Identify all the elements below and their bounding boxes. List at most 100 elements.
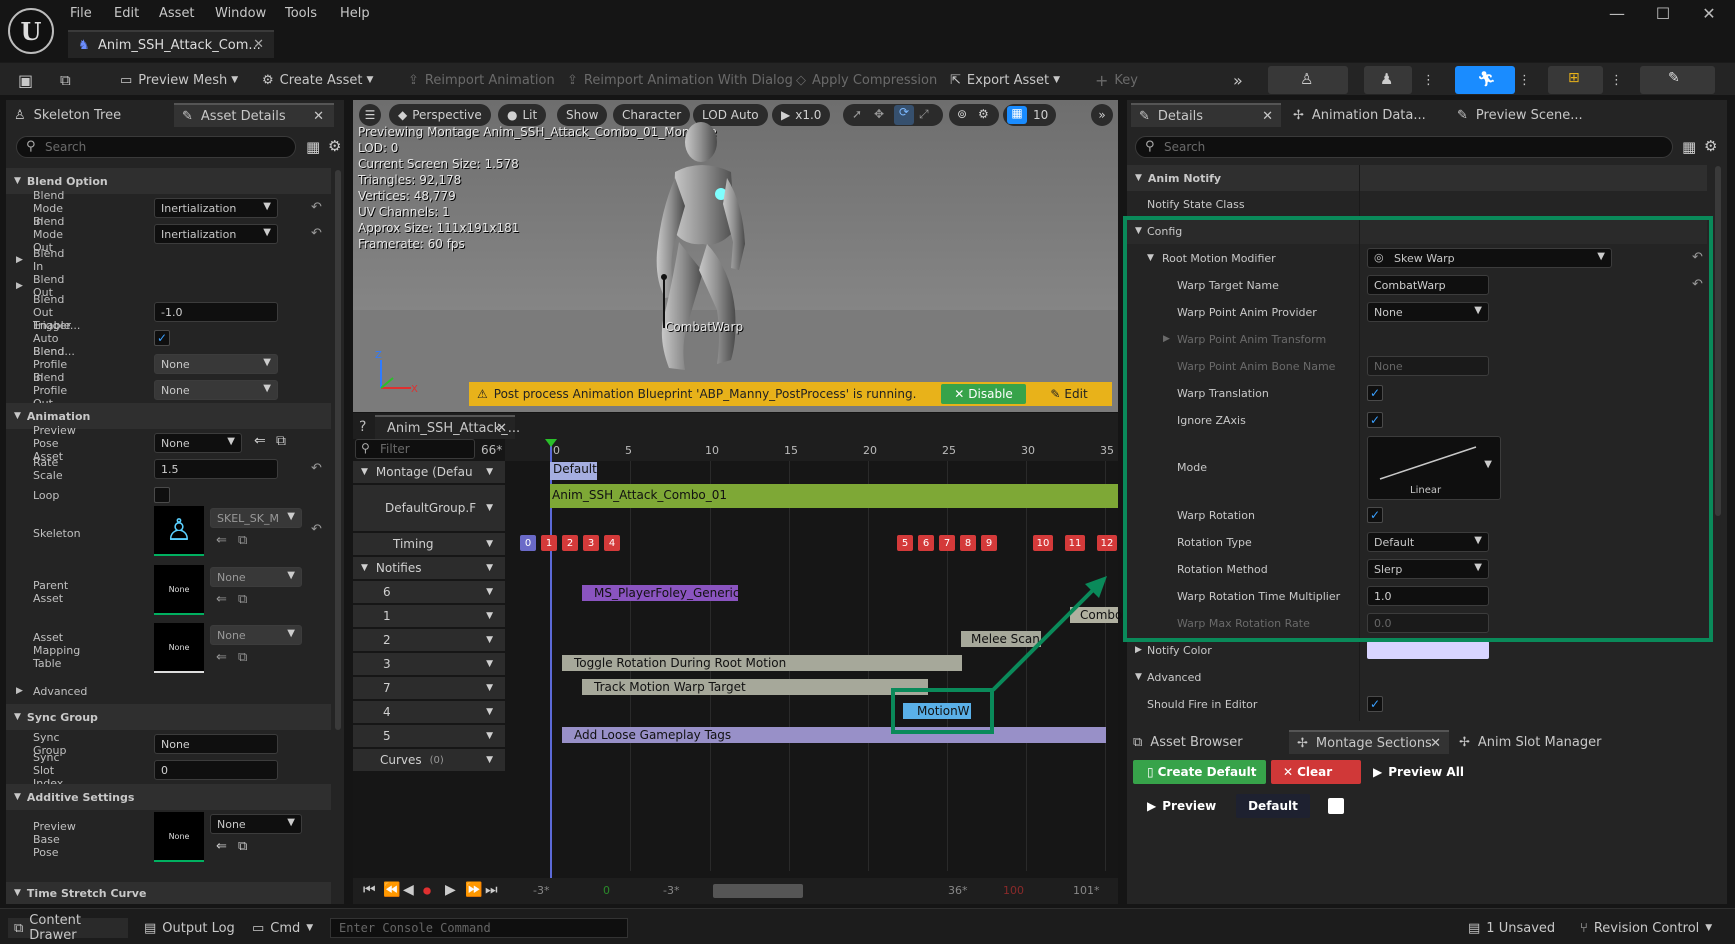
- dropdown-icon[interactable]: ▼: [486, 707, 493, 717]
- console-input[interactable]: Enter Console Command: [330, 918, 628, 938]
- dropdown-icon[interactable]: ▼: [486, 611, 493, 621]
- revision-control-button[interactable]: ⑂ Revision Control ▼: [1580, 918, 1712, 938]
- slot-group-header[interactable]: DefaultGroup.F ▼: [353, 485, 505, 531]
- tab-montage-sections[interactable]: ✢ Montage Sections ✕: [1289, 730, 1449, 754]
- timing-track-header[interactable]: Timing ▼: [353, 533, 505, 555]
- menu-window[interactable]: Window: [215, 6, 266, 24]
- tab-anim-slot-manager[interactable]: ✢ Anim Slot Manager: [1459, 730, 1601, 754]
- reset-icon[interactable]: ↶: [311, 226, 322, 241]
- details-scrollbar[interactable]: [1715, 166, 1721, 516]
- timing-marker[interactable]: 5: [897, 535, 913, 551]
- document-tab[interactable]: ♞ Anim_SSH_Attack_Com... ✕: [68, 30, 274, 58]
- create-asset-button[interactable]: ⚙ Create Asset ▼: [262, 69, 373, 91]
- notify-toggle-rotation[interactable]: Toggle Rotation During Root Motion: [562, 655, 962, 671]
- category-additive-settings[interactable]: ▼ Additive Settings: [6, 784, 331, 810]
- rotate-icon[interactable]: ⟳: [894, 105, 914, 125]
- timeline-scrollbar[interactable]: [713, 884, 803, 898]
- gear-icon[interactable]: ⚙: [1704, 137, 1717, 155]
- sync-group-input[interactable]: None: [154, 734, 278, 754]
- enable-auto-blend-checkbox[interactable]: ✓: [154, 330, 170, 346]
- menu-asset[interactable]: Asset: [159, 6, 195, 24]
- close-window-button[interactable]: ✕: [1694, 4, 1724, 24]
- reset-icon[interactable]: ↶: [311, 522, 322, 537]
- select-icon[interactable]: ➚: [852, 107, 862, 121]
- timing-marker[interactable]: 7: [939, 535, 955, 551]
- reimport-dialog-button[interactable]: ⇪ Reimport Animation With Dialog: [567, 69, 793, 91]
- unreal-logo[interactable]: U: [8, 8, 54, 54]
- asset-mapping-dropdown[interactable]: None ▼: [210, 625, 302, 645]
- animation-mode-button[interactable]: 🏃︎: [1455, 66, 1515, 94]
- blueprint-mode-button[interactable]: ⊞: [1548, 66, 1603, 94]
- mesh-mode-button[interactable]: ♟: [1364, 66, 1412, 94]
- disable-postprocess-button[interactable]: ✕ Disable: [941, 384, 1026, 404]
- dropdown-icon[interactable]: ▼: [486, 683, 493, 693]
- dropdown-icon[interactable]: ▼: [486, 731, 493, 741]
- preview-mesh-button[interactable]: ▭ Preview Mesh ▼: [120, 69, 238, 91]
- parent-asset-dropdown[interactable]: None ▼: [210, 567, 302, 587]
- timing-marker[interactable]: 12: [1097, 535, 1117, 551]
- minimize-button[interactable]: —: [1602, 4, 1632, 24]
- section-default-button[interactable]: Default: [1236, 794, 1310, 818]
- settings-icon[interactable]: ⚙: [978, 107, 989, 121]
- apply-compression-button[interactable]: ◇ Apply Compression: [796, 69, 937, 91]
- timing-marker[interactable]: 4: [604, 535, 620, 551]
- table-view-icon[interactable]: ▦: [1682, 138, 1696, 156]
- skeleton-mode-button[interactable]: ♙: [1268, 66, 1348, 94]
- gear-icon[interactable]: ⚙: [328, 137, 341, 155]
- camera-icon[interactable]: ⊚: [957, 107, 967, 121]
- browse-icon[interactable]: ⧉: [238, 533, 247, 548]
- close-icon[interactable]: ✕: [313, 109, 324, 124]
- preview-base-pose-dropdown[interactable]: None ▼: [210, 814, 302, 834]
- timing-marker[interactable]: 9: [981, 535, 997, 551]
- notify-color-swatch[interactable]: [1367, 641, 1489, 659]
- scrollbar[interactable]: [335, 170, 341, 730]
- category-anim-notify[interactable]: ▼ Anim Notify: [1127, 165, 1707, 191]
- timing-marker[interactable]: 10: [1033, 535, 1053, 551]
- menu-edit[interactable]: Edit: [114, 6, 139, 24]
- blend-out-trigger-input[interactable]: -1.0: [154, 302, 278, 322]
- playhead-marker[interactable]: [545, 439, 557, 447]
- scale-icon[interactable]: ⤢: [919, 107, 929, 122]
- export-asset-button[interactable]: ⇱ Export Asset ▼: [950, 69, 1060, 91]
- step-back-icon[interactable]: ⏪: [383, 882, 400, 898]
- tab-skeleton-tree[interactable]: ♙ Skeleton Tree: [14, 103, 121, 127]
- tab-asset-browser[interactable]: ⧉ Asset Browser: [1133, 730, 1243, 754]
- notify-add-loose-tags[interactable]: Add Loose Gameplay Tags: [562, 727, 1106, 743]
- timing-marker[interactable]: 8: [960, 535, 976, 551]
- preview-pose-asset-dropdown[interactable]: None ▼: [154, 433, 242, 453]
- category-sync-group[interactable]: ▼ Sync Group: [6, 704, 331, 730]
- physics-mode-button[interactable]: ✎: [1640, 66, 1715, 94]
- maximize-button[interactable]: ☐: [1648, 4, 1678, 24]
- reset-icon[interactable]: ↶: [311, 461, 322, 476]
- notify-track-header[interactable]: 1 ▼: [353, 605, 505, 627]
- browse-icon[interactable]: ⧉: [238, 650, 247, 665]
- blend-profile-in-dropdown[interactable]: None ▼: [154, 354, 278, 374]
- expand-toolbar-icon[interactable]: »: [1233, 69, 1243, 91]
- tab-preview-scene[interactable]: ✎ Preview Scene...: [1457, 103, 1583, 127]
- notify-foley[interactable]: MS_PlayerFoley_Generic: [582, 585, 739, 601]
- preview-viewport[interactable]: ☰ ◆ Perspective ● Lit Show Character LOD A…: [353, 100, 1118, 412]
- help-icon[interactable]: ?: [359, 419, 366, 435]
- notify-track-header[interactable]: 6 ▼: [353, 581, 505, 603]
- notify-track-header[interactable]: 7 ▼: [353, 677, 505, 699]
- section-loop-checkbox[interactable]: [1328, 798, 1344, 814]
- use-selected-icon[interactable]: ⇐: [216, 592, 227, 607]
- filter-input[interactable]: Filter: [355, 439, 475, 459]
- timing-marker[interactable]: 0: [520, 535, 536, 551]
- notify-track-header[interactable]: 2 ▼: [353, 629, 505, 651]
- montage-slot-header[interactable]: ▼ Montage (Defau ▼: [353, 461, 505, 483]
- timing-marker[interactable]: 2: [562, 535, 578, 551]
- blend-profile-out-dropdown[interactable]: None ▼: [154, 380, 278, 400]
- row-advanced[interactable]: ▼ Advanced: [1127, 664, 1707, 690]
- more-options-icon[interactable]: ⋮: [1422, 69, 1435, 91]
- menu-file[interactable]: File: [70, 6, 92, 24]
- tab-asset-details[interactable]: ✎ Asset Details ✕: [174, 103, 334, 127]
- preview-base-pose-thumbnail[interactable]: None: [154, 812, 204, 862]
- timing-marker[interactable]: 11: [1065, 535, 1085, 551]
- dropdown-icon[interactable]: ▼: [486, 467, 493, 477]
- rate-scale-input[interactable]: 1.5: [154, 459, 278, 479]
- browse-asset-icon[interactable]: ⧉: [60, 69, 71, 91]
- asset-mapping-thumbnail[interactable]: None: [154, 623, 204, 673]
- timing-marker[interactable]: 6: [918, 535, 934, 551]
- browse-icon[interactable]: ⧉: [238, 839, 247, 854]
